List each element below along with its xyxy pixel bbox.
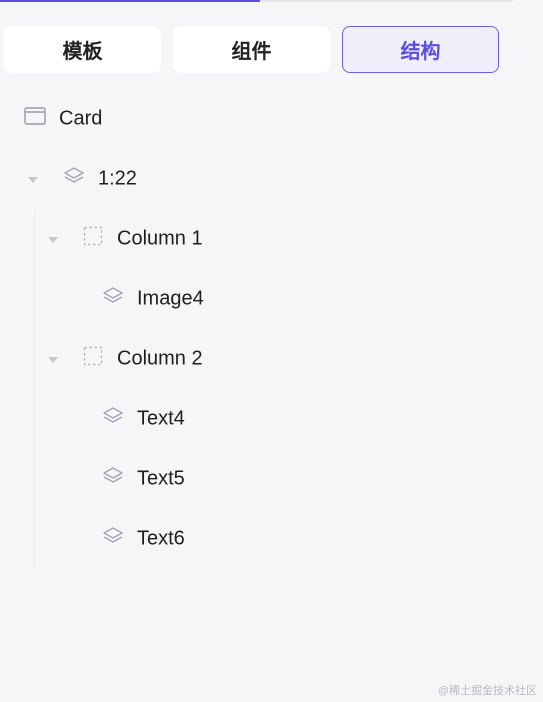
tab-components[interactable]: 组件 — [173, 26, 330, 73]
dashed-box-icon — [83, 346, 103, 372]
caret-down-icon[interactable] — [48, 237, 58, 243]
tree-node-text5[interactable]: Text5 — [0, 449, 543, 509]
caret-down-icon[interactable] — [28, 177, 38, 183]
tree-node-text4[interactable]: Text4 — [0, 389, 543, 449]
panel-tabs: 模板 组件 结构 — [4, 26, 511, 73]
tree-node-column-1[interactable]: Column 1 — [0, 209, 543, 269]
tree-node-image4[interactable]: Image4 — [0, 269, 543, 329]
tree-node-column-2[interactable]: Column 2 — [0, 329, 543, 389]
layers-icon — [102, 466, 124, 492]
tree-node-label: Column 2 — [117, 347, 203, 370]
dashed-box-icon — [83, 226, 103, 252]
layers-icon — [102, 406, 124, 432]
top-indicator-active — [0, 0, 260, 2]
top-indicator-line — [0, 0, 513, 2]
layers-icon — [63, 166, 85, 192]
tab-templates[interactable]: 模板 — [4, 26, 161, 73]
tab-components-label: 组件 — [231, 41, 272, 63]
tree-node-text6[interactable]: Text6 — [0, 509, 543, 569]
tree-node-card[interactable]: Card — [0, 89, 543, 149]
tree-node-label: Image4 — [137, 287, 204, 310]
tree-node-label: Card — [59, 107, 103, 130]
tree-node-label: Column 1 — [117, 227, 203, 250]
tab-structure-label: 结构 — [400, 41, 441, 63]
layers-icon — [102, 526, 124, 552]
layers-icon — [102, 286, 124, 312]
caret-down-icon[interactable] — [48, 357, 58, 363]
tab-templates-label: 模板 — [62, 41, 103, 63]
tree-node-label: Text4 — [137, 407, 185, 430]
structure-tree: Card 1:22 Column 1 Image4 Column 2 Text4… — [0, 89, 543, 569]
tree-node-label: Text6 — [137, 527, 185, 550]
tree-node-group[interactable]: 1:22 — [0, 149, 543, 209]
tree-node-label: 1:22 — [98, 167, 137, 190]
card-icon — [24, 107, 46, 131]
tree-node-label: Text5 — [137, 467, 185, 490]
tab-structure[interactable]: 结构 — [342, 26, 499, 73]
watermark: @稀土掘金技术社区 — [437, 685, 537, 697]
